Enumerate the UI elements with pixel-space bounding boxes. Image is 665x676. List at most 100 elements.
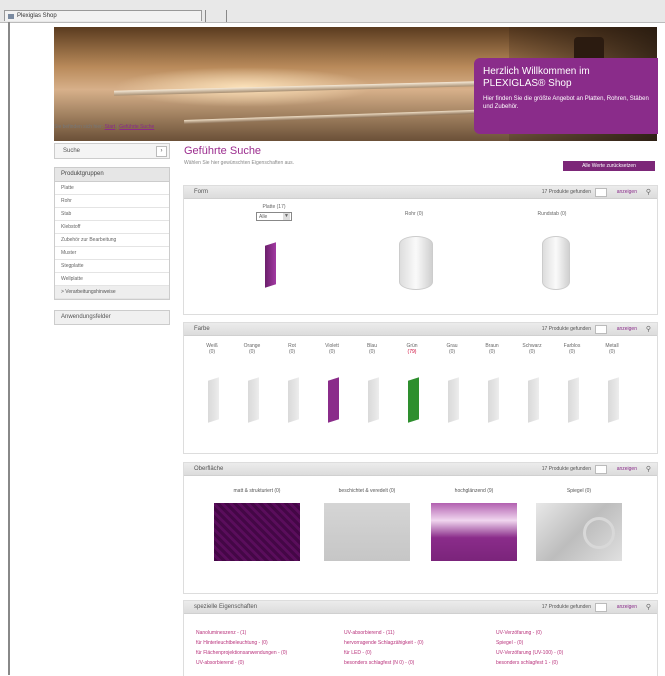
surface-tile-spiegel[interactable] <box>536 503 622 561</box>
color-option[interactable]: Metall (0) <box>592 343 632 355</box>
property-link[interactable]: Nanolumineszenz - (1) <box>196 628 287 638</box>
form-platte-select[interactable]: Alle ▼ <box>256 212 292 221</box>
sidebar-item-wellplatte[interactable]: Wellplatte <box>55 273 169 286</box>
form-panel-title: Form <box>194 189 208 195</box>
color-count: (0) <box>368 349 376 355</box>
property-link[interactable]: hervorragende Schlagzähigkeit - (0) <box>344 638 424 648</box>
property-link[interactable]: UV-Verzöfarung - (0) <box>496 628 563 638</box>
form-panel-header: Form 17 Produkte gefunden anzeigen ⚲ <box>184 186 657 199</box>
magnifier-icon[interactable]: ⚲ <box>646 187 651 199</box>
color-swatch[interactable] <box>608 377 619 423</box>
spiegel-logo-icon <box>583 517 615 549</box>
surface-tile-beschichtet[interactable] <box>324 503 410 561</box>
surface-tile-hochglaenzend[interactable] <box>431 503 517 561</box>
sidebar-item-stegplatte[interactable]: Stegplatte <box>55 260 169 273</box>
sidebar-item-anwendungsfelder[interactable]: Anwendungsfelder <box>54 310 170 325</box>
properties-col-2: UV-absorbierend - (11) hervorragende Sch… <box>344 628 424 668</box>
color-swatch[interactable] <box>248 377 259 423</box>
breadcrumb-home-link[interactable]: Start <box>105 124 116 130</box>
form-show-button[interactable]: anzeigen <box>617 186 637 198</box>
color-swatch[interactable] <box>568 377 579 423</box>
color-swatch[interactable] <box>328 377 339 423</box>
breadcrumb: Sie befinden sich hier: Start | Geführte… <box>54 124 155 130</box>
platte-product-image[interactable] <box>265 242 276 288</box>
rohr-product-image[interactable] <box>399 236 433 290</box>
sidebar-item-verarbeitung[interactable]: > Verarbeitungshinweise <box>55 286 169 299</box>
color-option[interactable]: Rot (0) <box>272 343 312 355</box>
color-option[interactable]: Schwarz (0) <box>512 343 552 355</box>
color-option[interactable]: Farblos (0) <box>552 343 592 355</box>
magnifier-icon[interactable]: ⚲ <box>646 324 651 336</box>
color-option[interactable]: Blau (0) <box>352 343 392 355</box>
reset-all-button[interactable]: Alle Werte zurücksetzen <box>563 161 655 171</box>
spezielle-sort-select[interactable] <box>595 603 607 612</box>
spezielle-show-button[interactable]: anzeigen <box>617 601 637 613</box>
breadcrumb-current-link[interactable]: Geführte Suche <box>119 124 154 130</box>
spezielle-panel-title: spezielle Eigenschaften <box>194 604 258 610</box>
oberflaeche-sort-select[interactable] <box>595 465 607 474</box>
spezielle-panel: spezielle Eigenschaften 17 Produkte gefu… <box>183 600 658 676</box>
sidebar-item-muster[interactable]: Muster <box>55 247 169 260</box>
color-swatch[interactable] <box>408 377 419 423</box>
browser-tab[interactable]: Plexiglas Shop <box>4 10 202 21</box>
farbe-sort-select[interactable] <box>595 325 607 334</box>
sidebar-search-label: Suche <box>63 148 81 154</box>
form-result-count: 17 Produkte gefunden <box>541 189 591 195</box>
color-option[interactable]: Grün (79) <box>392 343 432 355</box>
farbe-show-button[interactable]: anzeigen <box>617 323 637 335</box>
color-swatch[interactable] <box>488 377 499 423</box>
color-option[interactable]: Weiß (0) <box>192 343 232 355</box>
surface-tile-matt[interactable] <box>214 503 300 561</box>
sidebar-item-platte[interactable]: Platte <box>55 182 169 195</box>
property-link[interactable]: für Hinterleuchtbeleuchtung - (0) <box>196 638 287 648</box>
color-count: (0) <box>568 349 576 355</box>
color-option[interactable]: Braun (0) <box>472 343 512 355</box>
color-count: (0) <box>488 349 496 355</box>
color-count: (0) <box>288 349 296 355</box>
magnifier-icon[interactable]: ⚲ <box>646 602 651 614</box>
form-option-platte[interactable]: Platte (17) Alle ▼ <box>244 204 304 221</box>
sidebar-item-stab[interactable]: Stab <box>55 208 169 221</box>
color-swatch[interactable] <box>448 377 459 423</box>
color-option[interactable]: Violett (0) <box>312 343 352 355</box>
color-count: (0) <box>248 349 256 355</box>
property-link[interactable]: UV-absorbierend - (11) <box>344 628 424 638</box>
property-link[interactable]: für LED - (0) <box>344 648 424 658</box>
farbe-result-count: 17 Produkte gefunden <box>541 326 591 332</box>
color-count: (0) <box>448 349 456 355</box>
form-option-label: Platte (17) <box>262 204 286 210</box>
form-option-rundstab[interactable]: Rundstab (0) <box>522 211 582 217</box>
color-option[interactable]: Grau (0) <box>432 343 472 355</box>
product-groups-box: Produktgruppen Platte Rohr Stab Klebstof… <box>54 167 170 300</box>
color-swatch[interactable] <box>208 377 219 423</box>
magnifier-icon[interactable]: ⚲ <box>646 464 651 476</box>
property-link[interactable]: für Flächenprojektionsanwendungen - (0) <box>196 648 287 658</box>
color-option[interactable]: Orange (0) <box>232 343 272 355</box>
form-platte-select-value: Alle <box>259 214 268 220</box>
color-count: (0) <box>608 349 616 355</box>
oberflaeche-result-count: 17 Produkte gefunden <box>541 466 591 472</box>
search-go-icon[interactable]: › <box>156 146 167 157</box>
farbe-panel-title: Farbe <box>194 326 210 332</box>
property-link[interactable]: UV-Verzöfarung (UV-100) - (0) <box>496 648 563 658</box>
sidebar-item-klebstoff[interactable]: Klebstoff <box>55 221 169 234</box>
form-sort-select[interactable] <box>595 188 607 197</box>
page-subtitle: Wählen Sie hier gewünschten Eigenschafte… <box>184 160 295 166</box>
color-swatch[interactable] <box>288 377 299 423</box>
property-link[interactable]: besonders schlagfest 1 - (0) <box>496 658 563 668</box>
tab-separator <box>226 10 227 22</box>
breadcrumb-prefix: Sie befinden sich hier: <box>54 124 104 130</box>
sidebar-search[interactable]: Suche › <box>54 143 170 159</box>
sidebar-item-rohr[interactable]: Rohr <box>55 195 169 208</box>
color-swatch[interactable] <box>368 377 379 423</box>
oberflaeche-show-button[interactable]: anzeigen <box>617 463 637 475</box>
property-link[interactable]: UV-absorbierend - (0) <box>196 658 287 668</box>
color-swatch[interactable] <box>528 377 539 423</box>
rundstab-product-image[interactable] <box>542 236 570 290</box>
form-option-rohr[interactable]: Rohr (0) <box>384 211 444 217</box>
property-link[interactable]: Spiegel - (0) <box>496 638 563 648</box>
color-count: (79) <box>407 349 417 355</box>
welcome-title: Herzlich Willkommen im PLEXIGLAS® Shop <box>483 66 590 89</box>
property-link[interactable]: besonders schlagfest (N 0) - (0) <box>344 658 424 668</box>
sidebar-item-zubehoer[interactable]: Zubehör zur Bearbeitung <box>55 234 169 247</box>
